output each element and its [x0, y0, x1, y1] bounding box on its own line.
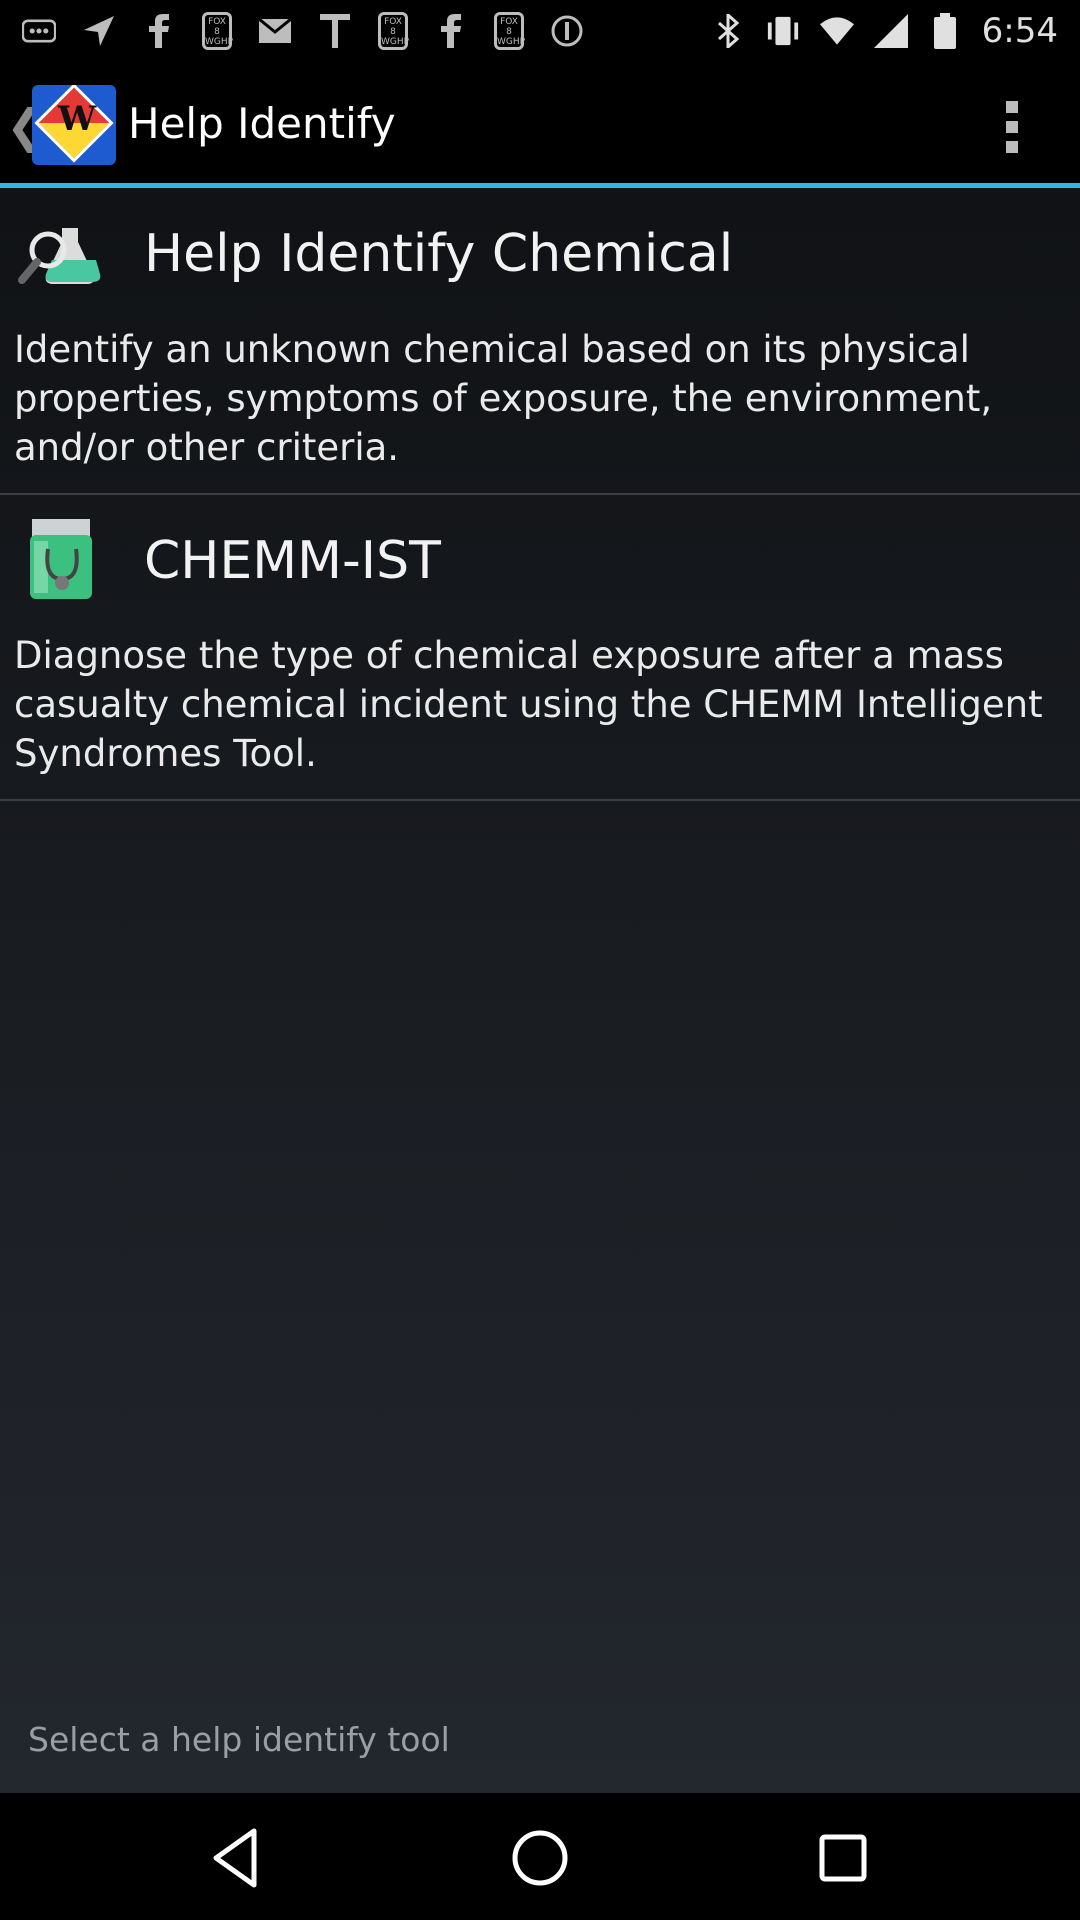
- logo-letter: W: [58, 99, 97, 139]
- app-logo[interactable]: W: [32, 85, 116, 165]
- facebook-icon: [434, 14, 468, 48]
- fox8-icon: FOX 8 WGHP: [494, 12, 525, 50]
- item-description: Identify an unknown chemical based on it…: [14, 328, 993, 469]
- fox8-icon: FOX 8 WGHP: [202, 12, 233, 50]
- overflow-menu-icon[interactable]: [1006, 101, 1020, 153]
- info-icon: [550, 14, 584, 48]
- gmail-icon: [258, 14, 292, 48]
- content-area: Help Identify Chemical Identify an unkno…: [0, 188, 1080, 1793]
- status-bar: FOX 8 WGHP FOX 8 WGHP FOX 8 WGHP 6:54: [0, 0, 1080, 63]
- battery-icon: [928, 13, 962, 49]
- item-heading: CHEMM-IST: [144, 531, 441, 591]
- footer-hint: Select a help identify tool: [28, 1720, 450, 1759]
- magnifier-flask-icon: [18, 210, 104, 296]
- status-time: 6:54: [981, 11, 1058, 51]
- wifi-icon: [819, 14, 854, 48]
- page-title: Help Identify: [128, 99, 396, 148]
- facebook-icon: [142, 14, 176, 48]
- chemm-ist-icon: [18, 515, 104, 601]
- fox8-icon: FOX 8 WGHP: [378, 12, 409, 50]
- navigation-icon: [82, 14, 116, 48]
- back-icon[interactable]: [204, 1823, 274, 1893]
- vibrate-icon: [766, 14, 800, 48]
- bluetooth-icon: [712, 14, 746, 48]
- list-divider: [0, 799, 1080, 801]
- item-description: Diagnose the type of chemical exposure a…: [14, 634, 1043, 775]
- navigation-bar: [0, 1793, 1080, 1920]
- list-item-help-identify-chemical[interactable]: Help Identify Chemical Identify an unkno…: [0, 188, 1080, 493]
- list-item-chemm-ist[interactable]: CHEMM-IST Diagnose the type of chemical …: [0, 495, 1080, 799]
- text-icon: [318, 14, 352, 48]
- signal-icon: [873, 14, 908, 48]
- item-heading: Help Identify Chemical: [144, 224, 734, 284]
- recent-apps-icon[interactable]: [808, 1823, 878, 1893]
- home-icon[interactable]: [505, 1823, 575, 1893]
- more-notifications-icon: [22, 14, 56, 48]
- action-bar: ❮ W Help Identify: [0, 63, 1080, 185]
